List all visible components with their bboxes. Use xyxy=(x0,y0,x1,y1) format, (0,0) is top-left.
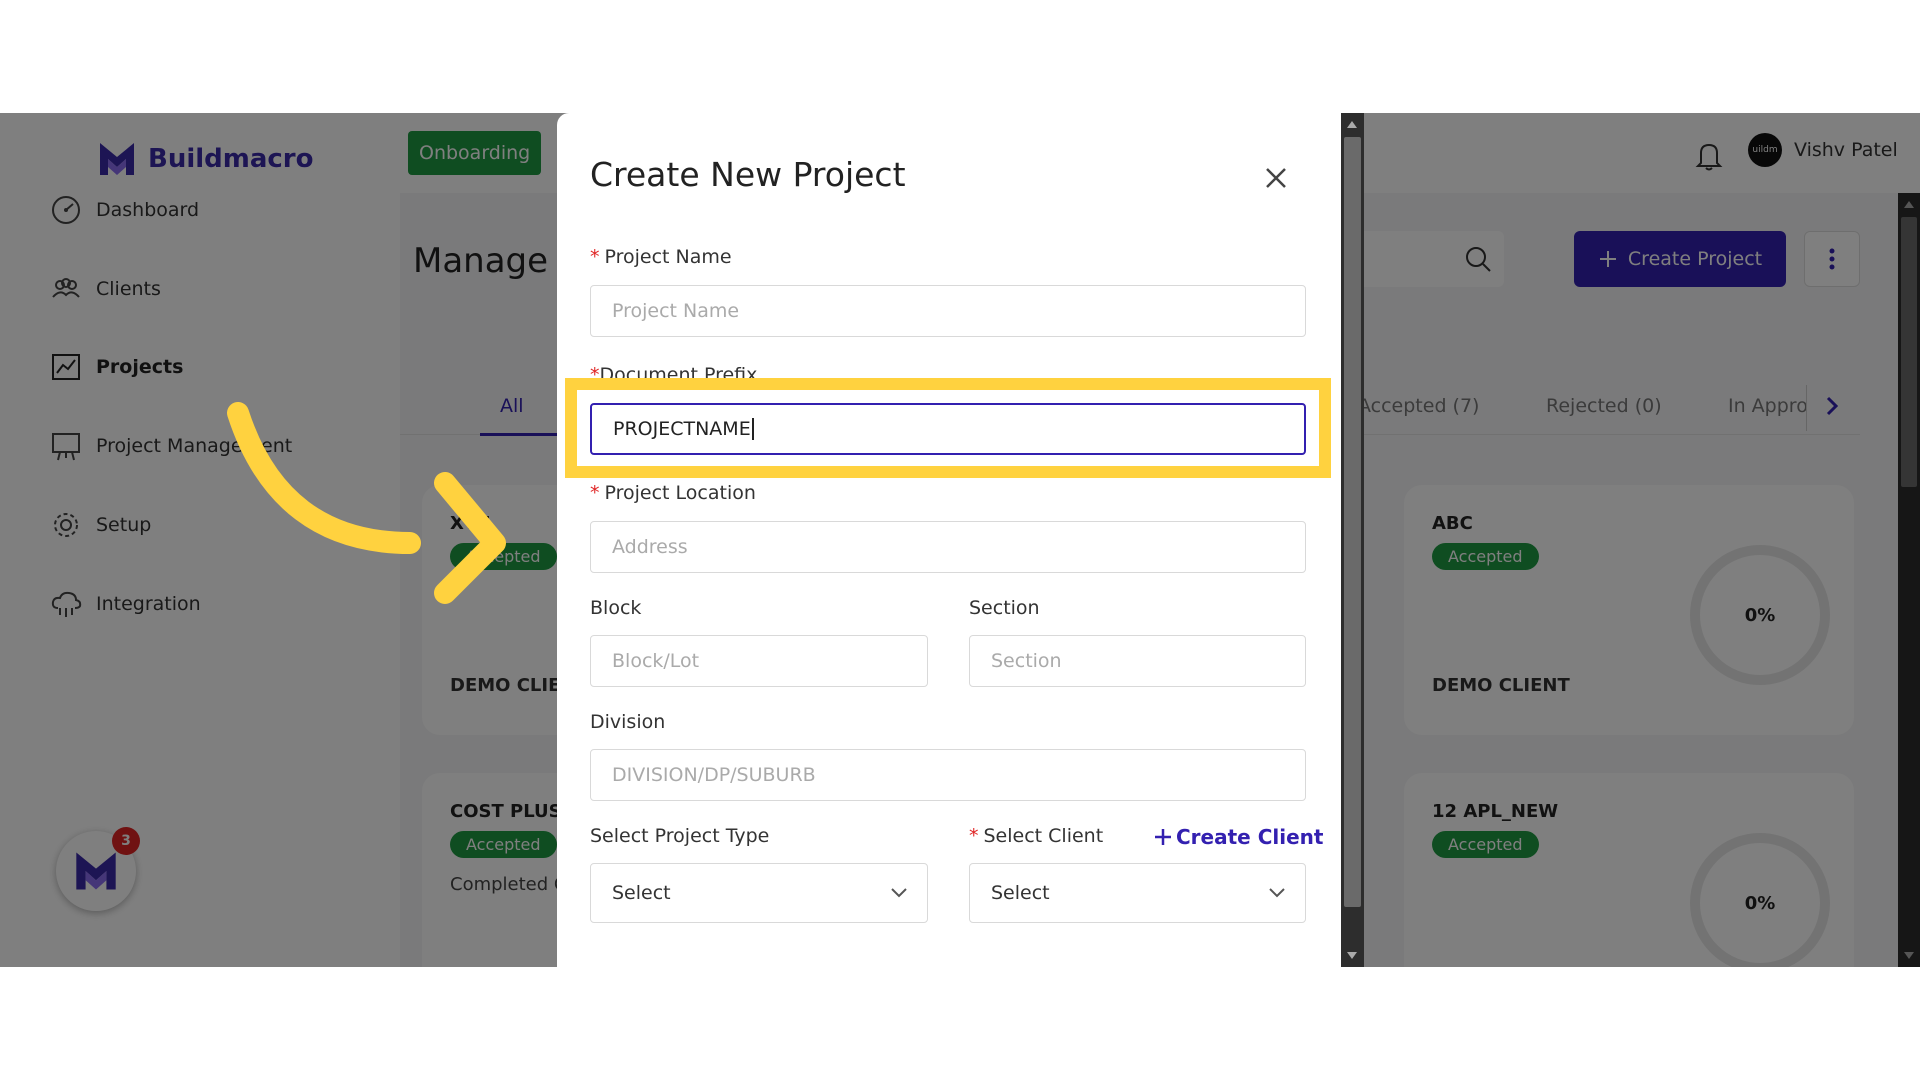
section-field[interactable]: Section xyxy=(969,635,1306,687)
close-icon[interactable] xyxy=(1261,163,1291,193)
project-type-label: Select Project Type xyxy=(590,825,770,847)
select-client-label: * Select Client xyxy=(969,825,1104,847)
chevron-down-icon xyxy=(891,888,907,898)
scroll-up-arrow[interactable] xyxy=(1347,121,1357,128)
create-project-modal: Create New Project * Project Name Project… xyxy=(557,113,1341,967)
client-select[interactable]: Select xyxy=(969,863,1306,923)
modal-scrollbar[interactable] xyxy=(1341,113,1364,967)
project-type-select[interactable]: Select xyxy=(590,863,928,923)
block-field[interactable]: Block/Lot xyxy=(590,635,928,687)
chevron-down-icon xyxy=(1269,888,1285,898)
address-field[interactable]: Address xyxy=(590,521,1306,573)
pointer-arrow-icon xyxy=(227,402,506,604)
project-name-label: * Project Name xyxy=(590,246,732,268)
scroll-thumb[interactable] xyxy=(1344,137,1361,907)
section-label: Section xyxy=(969,597,1040,619)
highlight-frame xyxy=(565,378,1331,478)
scroll-down-arrow[interactable] xyxy=(1347,952,1357,959)
modal-title: Create New Project xyxy=(590,155,906,194)
create-client-link[interactable]: Create Client xyxy=(1154,825,1323,849)
division-label: Division xyxy=(590,711,666,733)
app-window: Buildmacro Dashboard Clients Projects Pr… xyxy=(0,113,1920,967)
project-name-field[interactable]: Project Name xyxy=(590,285,1306,337)
block-label: Block xyxy=(590,597,642,619)
plus-icon xyxy=(1155,829,1171,845)
project-location-label: * Project Location xyxy=(590,482,756,504)
division-field[interactable]: DIVISION/DP/SUBURB xyxy=(590,749,1306,801)
